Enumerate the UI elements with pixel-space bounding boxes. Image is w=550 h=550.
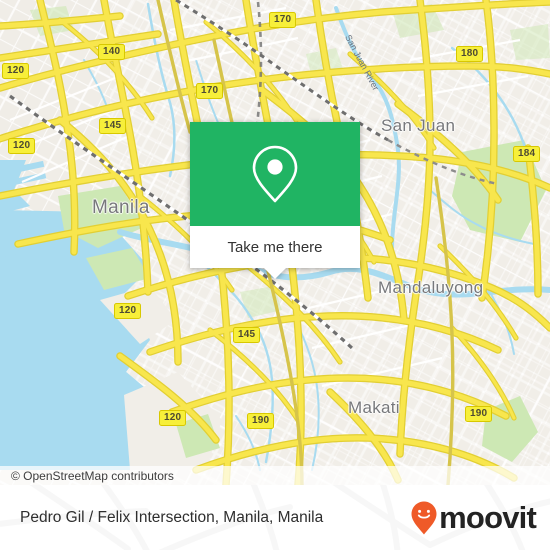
map-canvas[interactable]: Manila San Juan Mandaluyong Makati San J… — [0, 0, 550, 485]
route-shield: 170 — [269, 12, 297, 28]
map-pin-icon — [252, 145, 298, 203]
callout-pin-panel — [190, 122, 360, 226]
route-shield: 145 — [233, 327, 261, 343]
route-shield: 120 — [2, 63, 30, 79]
route-shield: 120 — [114, 303, 142, 319]
take-me-there-button[interactable]: Take me there — [190, 226, 360, 268]
take-me-there-label: Take me there — [227, 238, 323, 256]
callout-tail — [264, 268, 286, 279]
route-shield: 184 — [513, 146, 541, 162]
map-attribution-bar: © OpenStreetMap contributors — [0, 466, 550, 485]
moovit-pin-smiley-icon — [411, 501, 437, 534]
route-shield: 190 — [465, 406, 493, 422]
route-shield: 140 — [98, 44, 126, 60]
place-title: Pedro Gil / Felix Intersection, Manila, … — [20, 508, 324, 526]
attribution-text: © OpenStreetMap contributors — [11, 468, 174, 483]
route-shield: 120 — [8, 138, 36, 154]
moovit-place-screenshot: Manila San Juan Mandaluyong Makati San J… — [0, 0, 550, 550]
route-shield: 145 — [99, 118, 127, 134]
route-shield: 170 — [196, 83, 224, 99]
moovit-logo: moovit — [411, 500, 537, 535]
route-shield: 120 — [159, 410, 187, 426]
moovit-wordmark: moovit — [439, 500, 537, 535]
footer-bar: Pedro Gil / Felix Intersection, Manila, … — [0, 485, 550, 550]
route-shield: 190 — [247, 413, 275, 429]
route-shield: 180 — [456, 46, 484, 62]
place-callout-card[interactable]: Take me there — [190, 122, 360, 279]
